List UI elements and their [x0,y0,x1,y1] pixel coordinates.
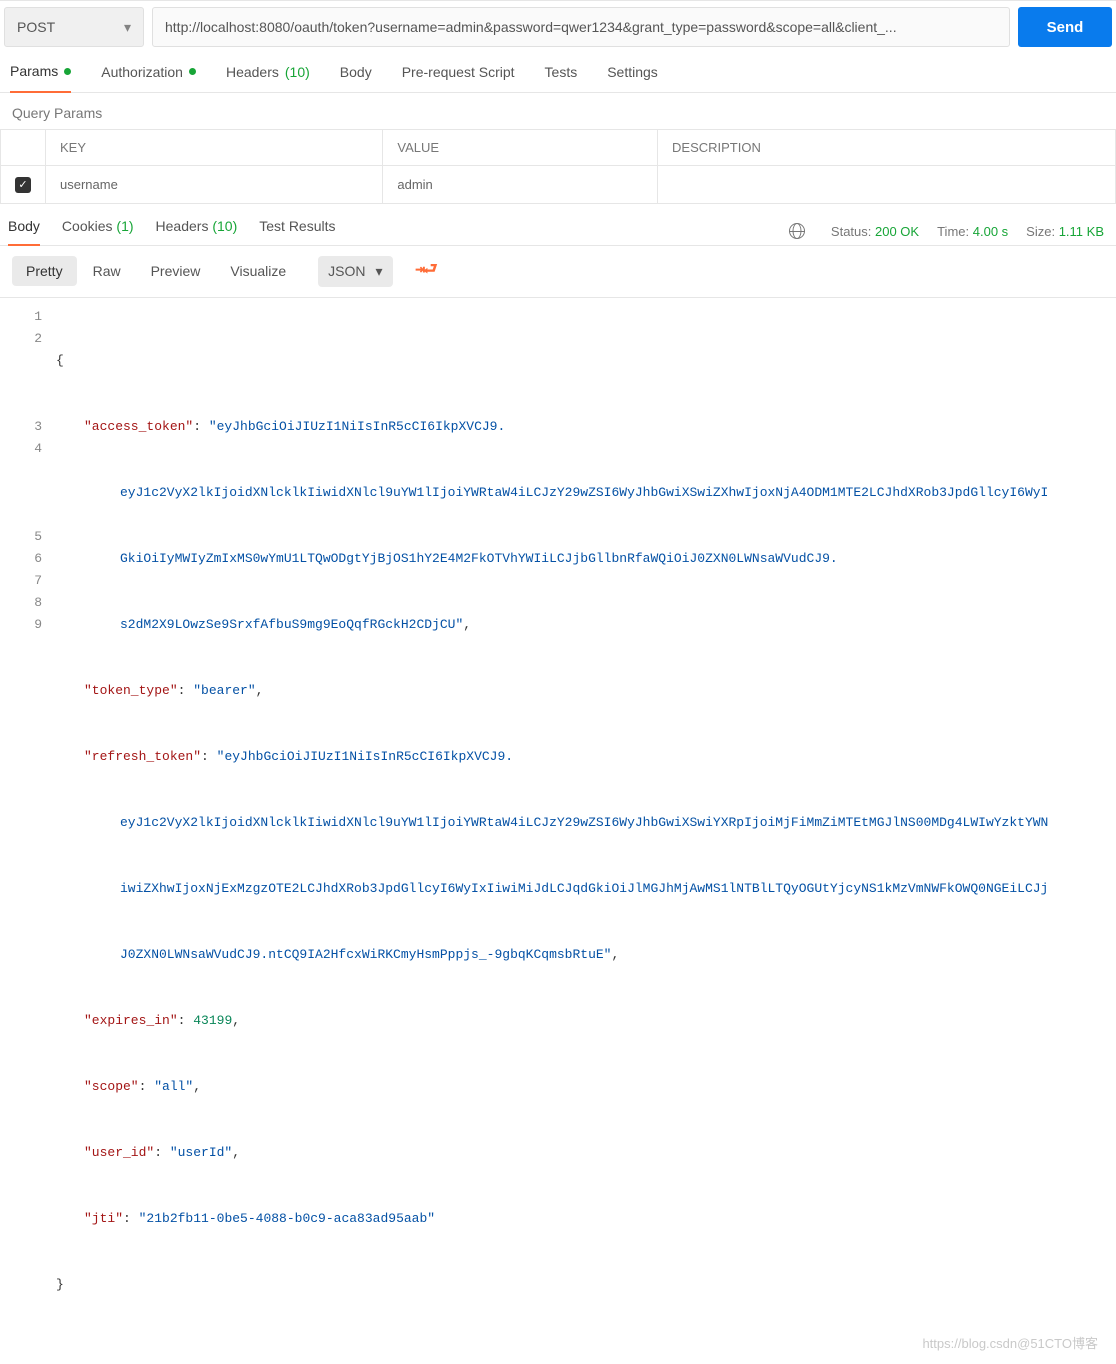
tab-count: (10) [285,64,310,80]
response-header: Body Cookies (1) Headers (10) Test Resul… [0,204,1116,246]
watermark: https://blog.csdn@51CTO博客 [922,1333,1098,1352]
format-select[interactable]: JSON ▾ [318,256,392,287]
chevron-down-icon: ▾ [124,19,131,36]
response-tab-body[interactable]: Body [8,218,40,246]
response-tab-headers[interactable]: Headers (10) [156,218,238,245]
col-description: DESCRIPTION [658,130,1116,166]
param-description[interactable] [658,166,1116,204]
row-checkbox-cell[interactable]: ✓ [1,166,46,204]
view-visualize[interactable]: Visualize [216,256,300,286]
json-string: "bearer" [193,683,255,698]
status-value: 200 OK [875,224,919,239]
wrap-icon: ⇥⮐ [416,258,436,285]
json-string-cont: iwiZXhwIjoxNjExMzgzOTE2LCJhdXRob3JpdGllc… [56,878,1116,900]
tab-tests[interactable]: Tests [545,63,578,92]
json-string: "all" [154,1079,193,1094]
json-string: "eyJhbGciOiJIUzI1NiIsInR5cCI6IkpXVCJ9. [209,419,505,434]
response-tab-cookies[interactable]: Cookies (1) [62,218,134,245]
json-key: "access_token" [84,419,193,434]
active-dot-icon [189,68,196,75]
active-dot-icon [64,68,71,75]
status-label: Status: [831,224,871,239]
json-key: "scope" [84,1079,139,1094]
tab-headers[interactable]: Headers (10) [226,63,310,92]
time: Time: 4.00 s [937,224,1008,239]
json-key: "expires_in" [84,1013,178,1028]
col-checkbox [1,130,46,166]
tab-label: Authorization [101,64,183,80]
tab-params[interactable]: Params [10,63,71,93]
format-value: JSON [328,263,365,279]
json-string-cont: eyJ1c2VyX2lkIjoidXNlcklkIiwidXNlcl9uYW1l… [56,482,1116,504]
checkbox-checked-icon[interactable]: ✓ [15,177,31,193]
status: Status: 200 OK [831,224,919,239]
line-number-gutter: 123456789 [0,306,56,1340]
tab-count: (10) [212,218,237,234]
json-string-cont: s2dM2X9LOwzSe9SrxfAfbuS9mg9EoQqfRGckH2CD… [120,617,463,632]
code-lines: { "access_token": "eyJhbGciOiJIUzI1NiIsI… [56,306,1116,1340]
json-key: "token_type" [84,683,178,698]
wrap-lines-button[interactable]: ⇥⮐ [409,256,443,286]
tab-authorization[interactable]: Authorization [101,63,196,92]
url-input[interactable]: http://localhost:8080/oauth/token?userna… [152,7,1010,47]
tab-count: (1) [116,218,133,234]
tab-label: Headers [226,64,279,80]
size-label: Size: [1026,224,1055,239]
view-raw[interactable]: Raw [79,256,135,286]
tab-body[interactable]: Body [340,63,372,92]
send-button[interactable]: Send [1018,7,1112,47]
json-number: 43199 [193,1013,232,1028]
query-params-table: KEY VALUE DESCRIPTION ✓ username admin [0,129,1116,204]
param-key[interactable]: username [46,166,383,204]
json-string: "eyJhbGciOiJIUzI1NiIsInR5cCI6IkpXVCJ9. [217,749,513,764]
response-body-toolbar: Pretty Raw Preview Visualize JSON ▾ ⇥⮐ [0,246,1116,298]
request-bar: POST ▾ http://localhost:8080/oauth/token… [0,0,1116,47]
json-string-cont: eyJ1c2VyX2lkIjoidXNlcklkIiwidXNlcl9uYW1l… [56,812,1116,834]
tab-label: Cookies [62,218,113,234]
json-string-cont: GkiOiIyMWIyZmIxMS0wYmU1LTQwODgtYjBjOS1hY… [56,548,1116,570]
query-params-heading: Query Params [0,93,1116,129]
time-label: Time: [937,224,969,239]
brace-open: { [56,353,64,368]
size: Size: 1.11 KB [1026,224,1104,239]
brace-close: } [56,1277,64,1292]
globe-icon[interactable] [789,223,805,239]
json-string-cont: J0ZXN0LWNsaWVudCJ9.ntCQ9IA2HfcxWiRKCmyHs… [120,947,611,962]
tab-prerequest[interactable]: Pre-request Script [402,63,515,92]
view-preview[interactable]: Preview [137,256,215,286]
json-key: "jti" [84,1211,123,1226]
http-method-value: POST [17,19,55,35]
json-key: "user_id" [84,1145,154,1160]
tab-settings[interactable]: Settings [607,63,658,92]
view-pretty[interactable]: Pretty [12,256,77,286]
request-tabs: Params Authorization Headers (10) Body P… [0,47,1116,93]
response-tab-tests[interactable]: Test Results [259,218,335,245]
param-value[interactable]: admin [383,166,658,204]
json-string: "21b2fb11-0be5-4088-b0c9-aca83ad95aab" [139,1211,435,1226]
response-meta: Status: 200 OK Time: 4.00 s Size: 1.11 K… [789,223,1104,239]
col-value: VALUE [383,130,658,166]
chevron-down-icon: ▾ [376,263,383,280]
tab-label: Params [10,63,58,79]
http-method-select[interactable]: POST ▾ [4,7,144,47]
tab-label: Headers [156,218,209,234]
size-value: 1.11 KB [1059,224,1104,239]
col-key: KEY [46,130,383,166]
json-key: "refresh_token" [84,749,201,764]
response-tabs: Body Cookies (1) Headers (10) Test Resul… [8,218,336,245]
response-body-code[interactable]: 123456789 { "access_token": "eyJhbGciOiJ… [0,298,1116,1364]
time-value: 4.00 s [973,224,1008,239]
json-string: "userId" [170,1145,232,1160]
table-row: ✓ username admin [1,166,1116,204]
